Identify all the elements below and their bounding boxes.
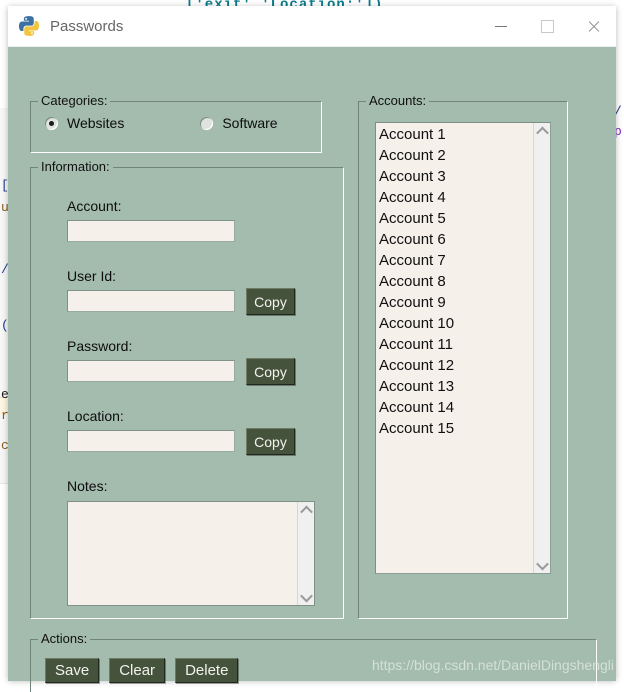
save-button[interactable]: Save [45,658,100,683]
notes-scroll-down-button[interactable] [298,589,314,605]
categories-group: Categories: Websites Software [30,93,322,153]
maximize-icon [540,19,554,33]
notes-label: Notes: [67,478,108,494]
copy-password-button[interactable]: Copy [246,358,295,385]
notes-scrollbar[interactable] [297,502,314,605]
copy-password-label: Copy [254,363,287,380]
accounts-group: Accounts: Account 1 Account 2 Account 3 Acc… [358,93,568,619]
account-label: Account: [67,198,122,214]
user-id-input[interactable] [67,290,235,312]
window-client-area: Categories: Websites Software Informatio… [8,47,616,692]
list-item[interactable]: Account 13 [376,376,533,397]
accounts-scrollbar[interactable] [533,123,550,573]
chevron-down-icon [535,557,549,570]
chevron-down-icon [299,589,313,602]
categories-legend: Categories: [38,93,111,108]
copy-location-label: Copy [254,433,287,450]
accounts-scroll-down-button[interactable] [534,557,550,573]
radio-software-indicator [200,116,214,130]
title-bar[interactable]: Passwords [8,6,616,47]
category-radio-group: Websites Software [45,115,278,131]
copy-user-id-label: Copy [254,293,287,310]
list-item[interactable]: Account 8 [376,271,533,292]
password-input[interactable] [67,360,235,382]
close-icon [587,20,600,33]
accounts-legend: Accounts: [366,93,430,108]
python-logo-icon [18,16,40,36]
list-item[interactable]: Account 9 [376,292,533,313]
accounts-scroll-up-button[interactable] [534,123,550,139]
radio-websites-label: Websites [67,115,125,131]
list-item[interactable]: Account 11 [376,334,533,355]
information-legend: Information: [38,159,113,174]
passwords-window: Passwords Categories: Websites Software … [8,6,616,692]
list-item[interactable]: Account 1 [376,124,533,145]
list-item[interactable]: Account 6 [376,229,533,250]
location-label: Location: [67,408,124,424]
list-item[interactable]: Account 5 [376,208,533,229]
close-button[interactable] [570,6,616,46]
list-item[interactable]: Account 3 [376,166,533,187]
radio-software-label: Software [222,115,278,131]
notes-input[interactable] [68,502,297,605]
clear-button[interactable]: Clear [109,658,166,683]
notes-field [67,501,315,606]
delete-button[interactable]: Delete [175,658,239,683]
list-item[interactable]: Account 15 [376,418,533,439]
account-input[interactable] [67,220,235,242]
list-item[interactable]: Account 2 [376,145,533,166]
radio-websites-indicator [45,116,58,130]
list-item[interactable]: Account 12 [376,355,533,376]
information-group: Information: Account: User Id: Copy Pass… [30,159,344,619]
location-input[interactable] [67,430,235,452]
list-item[interactable]: Account 4 [376,187,533,208]
accounts-listbox[interactable]: Account 1 Account 2 Account 3 Account 4 Acco… [375,122,551,574]
maximize-button[interactable] [524,6,570,46]
minimize-icon [495,25,507,27]
list-item[interactable]: Account 7 [376,250,533,271]
list-item[interactable]: Account 14 [376,397,533,418]
list-item[interactable]: Account 10 [376,313,533,334]
window-controls [478,6,616,46]
user-id-label: User Id: [67,268,117,284]
accounts-list[interactable]: Account 1 Account 2 Account 3 Account 4 Acco… [376,123,533,573]
radio-software[interactable]: Software [200,115,278,131]
chevron-up-icon [535,126,549,139]
actions-button-row: Save Clear Delete [45,658,239,683]
actions-legend: Actions: [38,631,91,646]
screen: ['exit','Location:']) [P ut / ( es r c /… [0,0,624,692]
copy-user-id-button[interactable]: Copy [246,288,295,315]
minimize-button[interactable] [478,6,524,46]
password-label: Password: [67,338,133,354]
radio-websites[interactable]: Websites [45,115,124,131]
notes-scroll-up-button[interactable] [298,502,314,518]
window-title: Passwords [50,17,124,35]
copy-location-button[interactable]: Copy [246,428,295,455]
actions-group: Actions: Save Clear Delete [30,631,597,692]
chevron-up-icon [299,505,313,518]
